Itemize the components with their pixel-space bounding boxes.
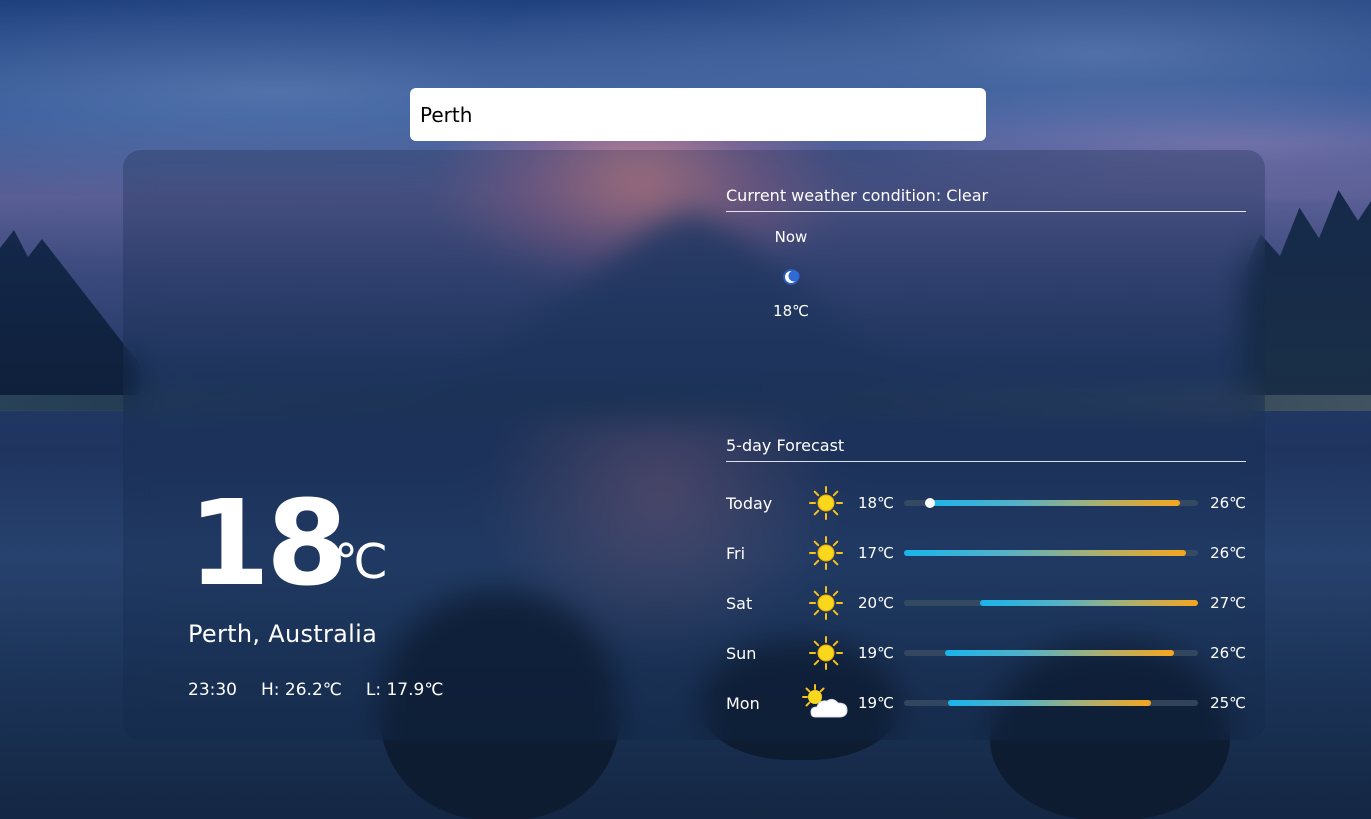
forecast-high: 26℃ <box>1210 644 1246 662</box>
temperature-range-fill <box>924 500 1181 506</box>
forecast-title: 5-day Forecast <box>726 436 1246 462</box>
forecast-day: Mon <box>726 693 760 713</box>
temperature-range-fill <box>904 550 1187 556</box>
temperature-range-fill <box>948 700 1151 706</box>
sun-icon <box>794 633 858 673</box>
forecast-high: 27℃ <box>1210 594 1246 612</box>
current-temperature-marker <box>925 498 936 508</box>
forecast-row: Sun 19℃ 26℃ <box>726 628 1246 678</box>
forecast-high: 26℃ <box>1210 494 1246 512</box>
hourly-temperature: 18℃ <box>773 302 809 320</box>
low-temperature: L: 17.9℃ <box>365 680 444 700</box>
temperature-range-bar <box>904 600 1198 606</box>
location-name: Perth, Australia <box>188 620 378 648</box>
city-search-input[interactable] <box>410 88 986 141</box>
current-meta: 23:30 H: 26.2℃ L: 17.9℃ <box>188 680 443 700</box>
sun-icon <box>794 583 858 623</box>
hourly-label: Now <box>774 228 808 246</box>
forecast-row: Fri 17℃ 26℃ <box>726 528 1246 578</box>
temperature-range-bar <box>904 700 1198 706</box>
partly-cloudy-icon <box>794 683 858 723</box>
forecast-list: Today 18℃ 26℃ Fri 17℃ 26℃ Sat 20℃ 27℃ Su… <box>726 478 1246 728</box>
forecast-low: 20℃ <box>858 594 894 612</box>
temperature-range-bar <box>904 550 1198 556</box>
forecast-high: 26℃ <box>1210 544 1246 562</box>
local-time: 23:30 <box>188 680 237 700</box>
forecast-day: Sun <box>726 643 757 663</box>
forecast-day: Today <box>726 493 773 513</box>
moon-icon <box>782 268 800 286</box>
sun-icon <box>794 533 858 573</box>
hourly-item: Now 18℃ <box>758 228 824 320</box>
forecast-row: Today 18℃ 26℃ <box>726 478 1246 528</box>
forecast-row: Mon 19℃ 25℃ <box>726 678 1246 728</box>
temperature-unit: ℃ <box>334 534 388 590</box>
forecast-day: Sat <box>726 593 753 613</box>
temperature-range-bar <box>904 650 1198 656</box>
high-temperature: H: 26.2℃ <box>261 680 342 700</box>
temperature-range-bar <box>904 498 1198 508</box>
forecast-low: 19℃ <box>858 694 894 712</box>
forecast-low: 19℃ <box>858 644 894 662</box>
condition-title: Current weather condition: Clear <box>726 186 1246 212</box>
temperature-range-fill <box>945 650 1175 656</box>
forecast-low: 18℃ <box>858 494 894 512</box>
temperature-range-fill <box>980 600 1198 606</box>
sun-icon <box>794 483 858 523</box>
forecast-day: Fri <box>726 543 746 563</box>
current-temperature: 18 <box>188 474 348 612</box>
forecast-high: 25℃ <box>1210 694 1246 712</box>
forecast-row: Sat 20℃ 27℃ <box>726 578 1246 628</box>
forecast-low: 17℃ <box>858 544 894 562</box>
